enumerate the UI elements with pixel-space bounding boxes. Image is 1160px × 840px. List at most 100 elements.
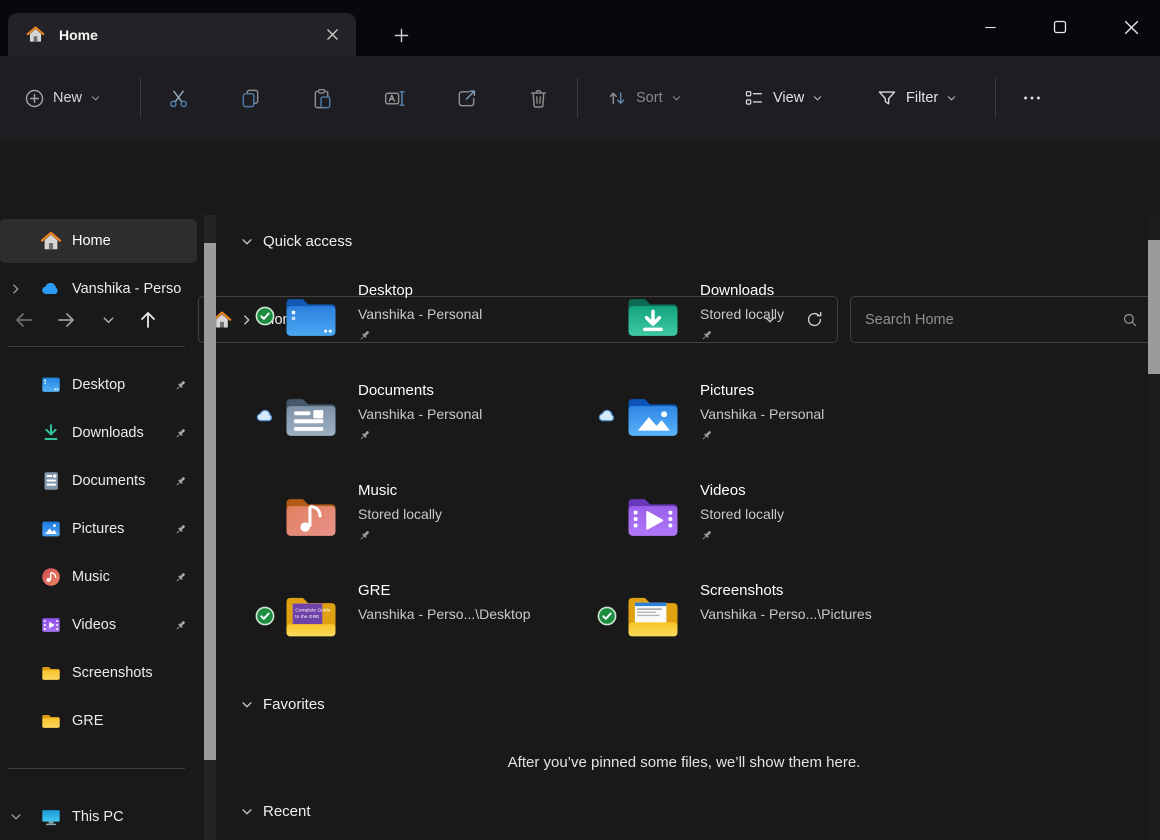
tile-documents[interactable]: Documents Vanshika - Personal <box>240 376 575 456</box>
tile-screenshots[interactable]: Screenshots Vanshika - Perso...\Pictures <box>582 576 917 656</box>
section-quick-access[interactable]: Quick access <box>240 233 352 250</box>
tab-title: Home <box>59 27 318 43</box>
sidebar-item-documents[interactable]: Documents <box>0 459 197 503</box>
sidebar-item-label: Screenshots <box>72 665 153 681</box>
section-favorites[interactable]: Favorites <box>240 696 325 713</box>
sidebar-item-music[interactable]: Music <box>0 555 197 599</box>
sidebar-item-desktop[interactable]: Desktop <box>0 363 197 407</box>
sidebar-item-onedrive[interactable]: Vanshika - Perso <box>0 267 197 311</box>
pin-icon <box>174 475 187 488</box>
sort-button[interactable]: Sort <box>596 78 692 118</box>
minimize-button[interactable] <box>967 8 1013 46</box>
share-button[interactable] <box>446 78 486 118</box>
sidebar-scrollbar-track[interactable] <box>204 215 216 840</box>
section-recent[interactable]: Recent <box>240 803 311 820</box>
pin-icon <box>174 571 187 584</box>
tile-name: Music <box>358 479 442 503</box>
folder-icon <box>40 662 62 684</box>
ellipsis-icon <box>1021 87 1043 109</box>
view-label: View <box>773 90 804 106</box>
filter-button[interactable]: Filter <box>866 78 967 118</box>
music-folder-icon <box>283 488 339 544</box>
tile-desktop[interactable]: Desktop Vanshika - Personal <box>240 276 575 356</box>
toolbar-divider <box>577 78 578 118</box>
sidebar-item-gre[interactable]: GRE <box>0 699 197 743</box>
delete-button[interactable] <box>518 78 558 118</box>
view-icon <box>743 87 765 109</box>
this-pc-icon <box>40 806 62 828</box>
new-button[interactable]: New <box>14 78 111 118</box>
tile-pictures[interactable]: Pictures Vanshika - Personal <box>582 376 917 456</box>
tile-location: Stored locally <box>358 503 442 526</box>
chevron-down-icon <box>90 93 101 104</box>
pin-icon <box>700 529 713 542</box>
main-scrollbar-thumb[interactable] <box>1148 240 1160 374</box>
pictures-folder-icon <box>625 388 681 444</box>
sidebar-item-home[interactable]: Home <box>0 219 197 263</box>
tile-location: Vanshika - Perso...\Pictures <box>700 603 872 626</box>
toolbar-divider <box>140 78 141 118</box>
sidebar-item-downloads[interactable]: Downloads <box>0 411 197 455</box>
sidebar-item-videos[interactable]: Videos <box>0 603 197 647</box>
sidebar-item-label: This PC <box>72 809 124 825</box>
gre-folder-icon: Complete Guide to the GRE <box>283 588 339 644</box>
sidebar-item-label: Videos <box>72 617 116 633</box>
rename-icon <box>383 87 406 110</box>
pin-icon <box>174 619 187 632</box>
trash-icon <box>527 87 550 110</box>
tab-home[interactable]: Home <box>8 13 356 56</box>
maximize-button[interactable] <box>1037 8 1083 46</box>
tile-name: Videos <box>700 479 784 503</box>
desktop-folder-icon <box>283 288 339 344</box>
cut-icon <box>167 87 190 110</box>
pin-icon <box>174 523 187 536</box>
filter-label: Filter <box>906 90 938 106</box>
documents-icon <box>40 470 62 492</box>
rename-button[interactable] <box>374 78 414 118</box>
titlebar: Home <box>0 0 1160 56</box>
sidebar-item-screenshots[interactable]: Screenshots <box>0 651 197 695</box>
tile-gre[interactable]: Complete Guide to the GRE GRE Vanshika -… <box>240 576 575 656</box>
command-bar: New <box>0 56 1160 140</box>
pin-icon <box>700 429 713 442</box>
tile-music[interactable]: Music Stored locally <box>240 476 575 556</box>
tile-location: Vanshika - Personal <box>700 403 824 426</box>
sort-icon <box>606 87 628 109</box>
chevron-down-icon <box>946 93 957 104</box>
favorites-empty-message: After you’ve pinned some files, we’ll sh… <box>228 754 1140 771</box>
view-button[interactable]: View <box>733 78 833 118</box>
documents-folder-icon <box>283 388 339 444</box>
new-tab-button[interactable] <box>386 21 416 49</box>
sidebar-item-label: Music <box>72 569 110 585</box>
tile-videos[interactable]: Videos Stored locally <box>582 476 917 556</box>
sidebar-divider <box>8 768 185 769</box>
tile-name: Documents <box>358 379 482 403</box>
paste-button[interactable] <box>302 78 342 118</box>
pictures-icon <box>40 518 62 540</box>
collapse-chevron-icon[interactable] <box>4 810 28 824</box>
tile-name: Downloads <box>700 279 784 303</box>
tab-close-icon[interactable] <box>318 21 346 49</box>
copy-button[interactable] <box>230 78 270 118</box>
more-options-button[interactable] <box>1012 78 1052 118</box>
tile-name: GRE <box>358 579 530 603</box>
quick-access-grid: Desktop Vanshika - Personal Downloads St… <box>240 276 924 656</box>
downloads-folder-icon <box>625 288 681 344</box>
videos-folder-icon <box>625 488 681 544</box>
sync-status-check-icon <box>255 606 275 626</box>
svg-text:to the GRE: to the GRE <box>295 614 320 620</box>
expand-chevron-icon[interactable] <box>4 282 28 296</box>
sidebar-scrollbar-thumb[interactable] <box>204 243 216 760</box>
sidebar-item-pictures[interactable]: Pictures <box>0 507 197 551</box>
sidebar-item-label: Desktop <box>72 377 125 393</box>
close-button[interactable] <box>1108 8 1154 46</box>
sidebar-item-this-pc[interactable]: This PC <box>0 795 197 839</box>
share-icon <box>455 87 478 110</box>
pin-icon <box>700 329 713 342</box>
new-label: New <box>53 90 82 106</box>
home-icon <box>26 25 45 44</box>
cut-button[interactable] <box>158 78 198 118</box>
navigation-row: Home <box>0 140 1160 215</box>
section-label: Quick access <box>263 233 352 250</box>
tile-downloads[interactable]: Downloads Stored locally <box>582 276 917 356</box>
